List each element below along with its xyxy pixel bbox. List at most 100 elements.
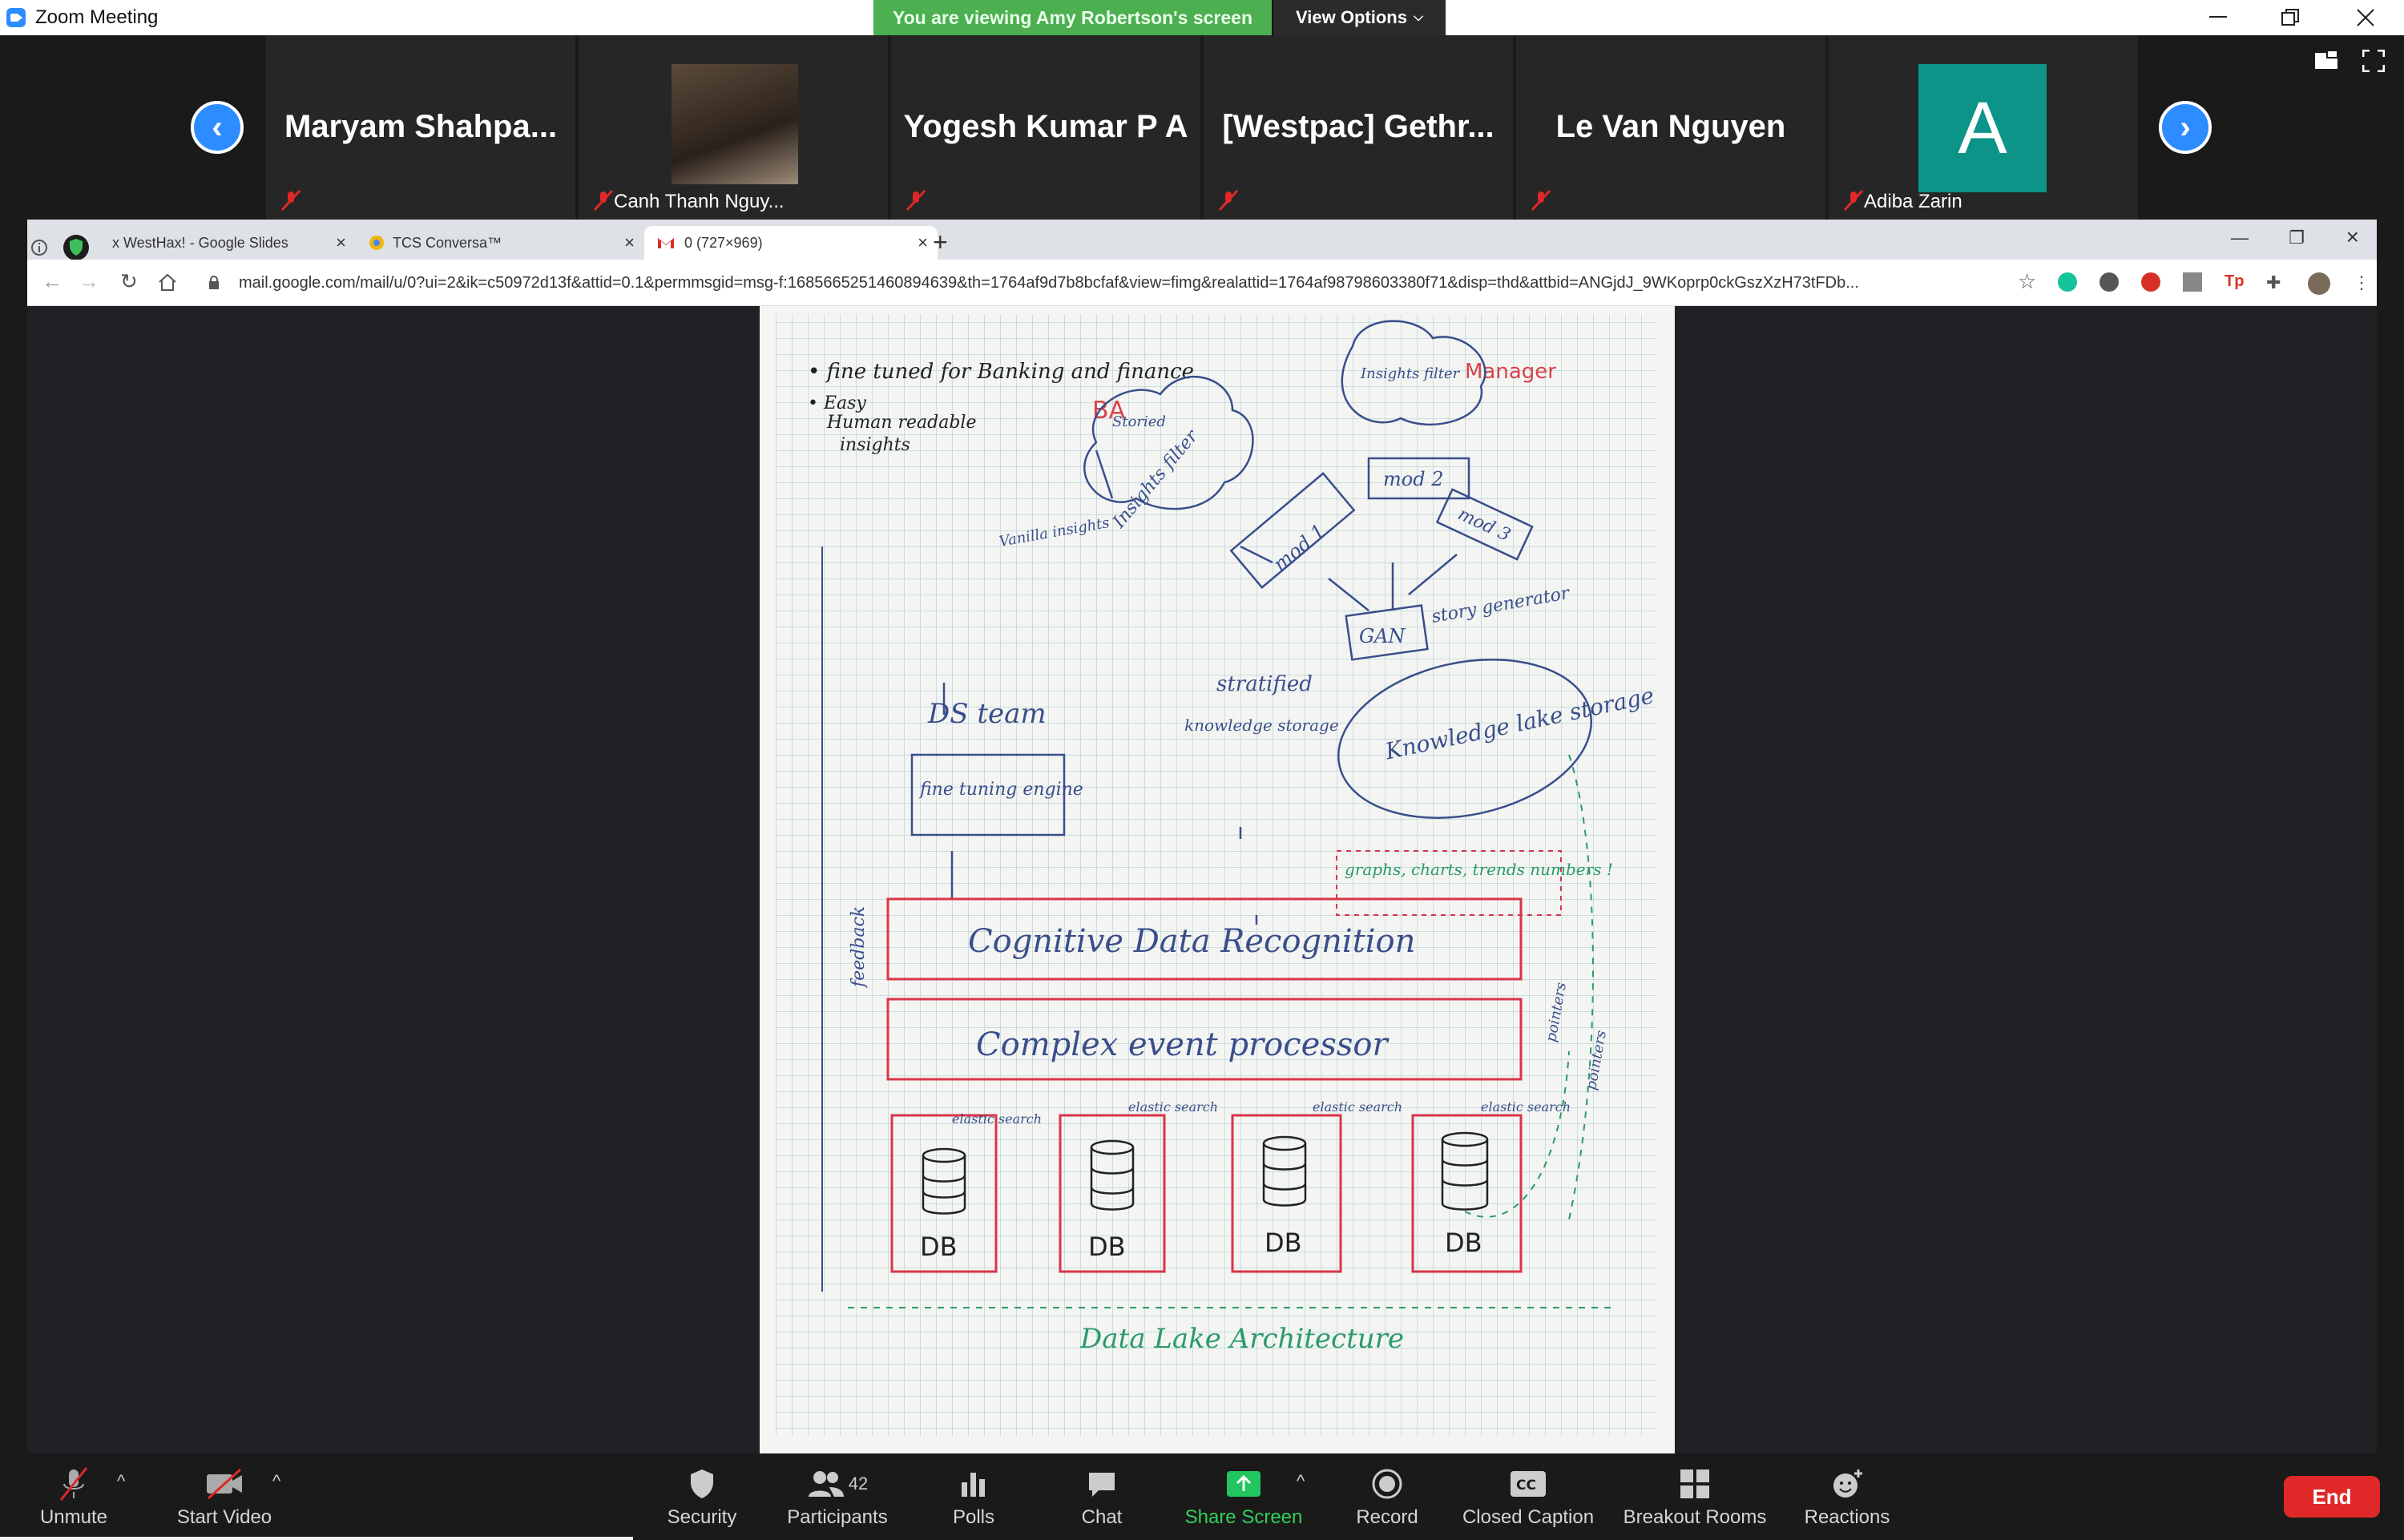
chat-icon: [1089, 1473, 1115, 1497]
participant-tile[interactable]: Maryam Shahpa...: [266, 35, 575, 220]
graphs-note: graphs, charts, trends numbers !: [1345, 860, 1613, 879]
tab-google-slides[interactable]: x WestHax! - Google Slides ×: [99, 226, 356, 260]
bookmark-star-icon[interactable]: ☆: [2018, 269, 2036, 294]
share-screen-button[interactable]: Share Screen: [1178, 1453, 1309, 1540]
participant-name: Le Van Nguyen: [1555, 109, 1786, 144]
start-video-button[interactable]: Start Video: [168, 1453, 280, 1540]
participant-name: [Westpac] Gethr...: [1222, 109, 1494, 144]
diagram-title: Data Lake Architecture: [1079, 1323, 1404, 1355]
closed-caption-icon: CC: [1511, 1471, 1546, 1497]
security-button[interactable]: Security: [662, 1453, 742, 1540]
browser-close-button[interactable]: ×: [2346, 224, 2359, 250]
end-meeting-button[interactable]: End: [2284, 1476, 2380, 1518]
extension-icon[interactable]: [2183, 272, 2202, 292]
video-options-caret[interactable]: ^: [272, 1471, 280, 1492]
participant-tile[interactable]: Canh Thanh Nguy...: [579, 35, 888, 220]
audio-options-caret[interactable]: ^: [117, 1471, 125, 1492]
profile-avatar[interactable]: [2308, 272, 2330, 295]
url-field[interactable]: mail.google.com/mail/u/0?ui=2&ik=c50972d…: [239, 270, 2042, 296]
record-button[interactable]: Record: [1351, 1453, 1423, 1540]
close-icon[interactable]: ×: [918, 232, 928, 253]
chat-button[interactable]: Chat: [1074, 1453, 1130, 1540]
chevron-right-icon: ›: [2180, 109, 2191, 145]
polls-button[interactable]: Polls: [946, 1453, 1002, 1540]
gallery-layout-icon[interactable]: [2314, 50, 2338, 71]
extension-icon[interactable]: [2099, 272, 2119, 292]
breakout-rooms-button[interactable]: Breakout Rooms: [1624, 1453, 1766, 1540]
info-icon[interactable]: [30, 239, 48, 256]
gallery-next-button[interactable]: ›: [2159, 101, 2212, 154]
security-shield-icon: [691, 1469, 713, 1498]
kebab-menu-icon[interactable]: ⋮: [2353, 272, 2372, 292]
knowledge-storage-label: knowledge storage: [1184, 716, 1339, 735]
lock-icon: [209, 276, 219, 289]
view-options-button[interactable]: View Options ⌵: [1272, 0, 1446, 35]
svg-text:CC: CC: [1516, 1478, 1536, 1494]
home-icon[interactable]: [157, 272, 178, 292]
security-shield-icon: [63, 235, 89, 260]
grammarly-icon[interactable]: [2058, 272, 2077, 292]
participant-name: Maryam Shahpa...: [284, 109, 558, 144]
fullscreen-icon[interactable]: [2362, 50, 2385, 72]
puzzle-icon[interactable]: ✚: [2266, 272, 2285, 292]
adblock-icon[interactable]: [2141, 272, 2160, 292]
note-line: • Easy: [808, 393, 866, 413]
complex-event-processor-label: Complex event processor: [976, 1026, 1390, 1063]
new-tab-button[interactable]: +: [933, 228, 948, 257]
minimize-button[interactable]: [2180, 0, 2257, 35]
scrollbar-track: [0, 1537, 633, 1540]
muted-mic-icon: [906, 189, 926, 212]
participant-name: Yogesh Kumar P A: [903, 109, 1188, 144]
elastic-search-label: elastic search: [952, 1111, 1042, 1127]
extension-icon[interactable]: Tp: [2225, 272, 2244, 292]
breakout-rooms-icon: [1680, 1469, 1709, 1498]
close-icon[interactable]: ×: [624, 232, 635, 253]
participants-button[interactable]: 42 Participants: [785, 1453, 889, 1540]
participant-gallery: ‹ Maryam Shahpa... Canh Thanh Nguy... Yo…: [0, 35, 2404, 220]
closed-caption-button[interactable]: CC Closed Caption: [1460, 1453, 1596, 1540]
chat-label: Chat: [1081, 1506, 1123, 1528]
reload-icon[interactable]: ↻: [120, 269, 138, 294]
reactions-icon: [1833, 1469, 1862, 1498]
participant-tile[interactable]: Le Van Nguyen: [1516, 35, 1825, 220]
unmute-button[interactable]: Unmute: [32, 1453, 115, 1540]
gallery-prev-button[interactable]: ‹: [191, 101, 244, 154]
security-label: Security: [667, 1506, 737, 1528]
muted-mic-icon: [280, 189, 301, 212]
chrome-icon: [369, 236, 384, 250]
reactions-button[interactable]: Reactions: [1803, 1453, 1891, 1540]
mod2-label: mod 2: [1383, 468, 1443, 490]
tab-gmail-image[interactable]: 0 (727×969) ×: [644, 226, 938, 260]
forward-icon[interactable]: →: [79, 269, 99, 294]
back-icon[interactable]: ←: [42, 269, 63, 294]
browser-tab-strip: x WestHax! - Google Slides × TCS Convers…: [27, 220, 2377, 260]
elastic-search-label: elastic search: [1128, 1099, 1218, 1115]
shared-screen: x WestHax! - Google Slides × TCS Convers…: [27, 220, 2377, 1453]
tab-label: x WestHax! - Google Slides: [112, 234, 288, 251]
db-label: DB: [920, 1232, 958, 1262]
note-line: Human readable: [826, 413, 976, 433]
muted-mic-icon: [1531, 189, 1551, 212]
close-icon: [2357, 9, 2374, 26]
close-icon[interactable]: ×: [336, 232, 346, 253]
close-button[interactable]: [2327, 0, 2404, 35]
participants-label: Participants: [787, 1506, 888, 1528]
browser-restore-button[interactable]: ❐: [2289, 228, 2305, 248]
polls-label: Polls: [952, 1506, 995, 1528]
record-label: Record: [1356, 1506, 1418, 1528]
participant-name: Adiba Zarin: [1864, 191, 1962, 212]
participant-tile[interactable]: A Adiba Zarin: [1829, 35, 2138, 220]
tab-label: TCS Conversa™: [393, 234, 502, 251]
tab-tcs-conversa[interactable]: TCS Conversa™ ×: [356, 226, 644, 260]
architecture-sketch: • fine tuned for Banking and finance • E…: [760, 306, 1675, 1453]
browser-minimize-button[interactable]: —: [2231, 228, 2249, 248]
db-label: DB: [1265, 1228, 1302, 1258]
participant-video: [672, 64, 798, 184]
image-viewer: • fine tuned for Banking and finance • E…: [27, 306, 2377, 1453]
participant-tile[interactable]: Yogesh Kumar P A: [891, 35, 1200, 220]
participant-tile[interactable]: [Westpac] Gethr...: [1204, 35, 1513, 220]
breakout-rooms-label: Breakout Rooms: [1623, 1506, 1767, 1528]
db-label: DB: [1088, 1232, 1126, 1262]
restore-button[interactable]: [2252, 0, 2329, 35]
share-options-caret[interactable]: ^: [1297, 1471, 1305, 1492]
